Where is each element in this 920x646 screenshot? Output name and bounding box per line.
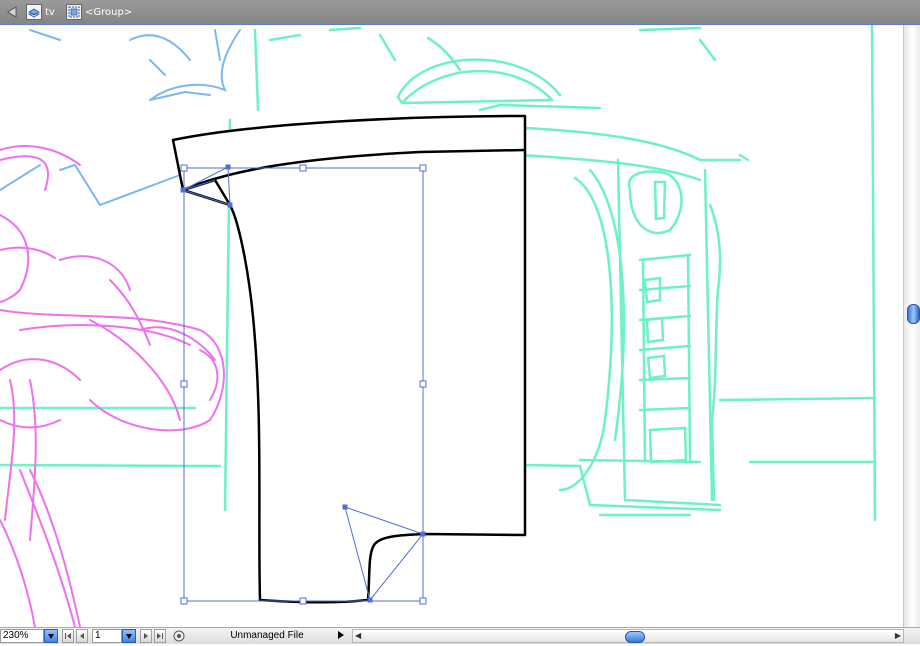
chevron-down-icon: [48, 634, 54, 639]
vertical-scroll-thumb[interactable]: [907, 304, 920, 324]
group-icon: [66, 4, 82, 20]
page-dropdown[interactable]: [122, 629, 136, 643]
vertical-scrollbar[interactable]: [903, 25, 920, 627]
back-arrow-icon: [7, 6, 17, 18]
group-name: <Group>: [85, 6, 133, 18]
status-menu-icon: [173, 630, 185, 642]
play-icon: [338, 631, 344, 639]
layer-name: tv: [45, 6, 55, 18]
breadcrumb-group[interactable]: <Group>: [66, 0, 132, 24]
status-text: Unmanaged File: [230, 630, 304, 641]
status-bar: 230% 1 Unmanaged File ◀ ▶: [0, 627, 920, 644]
first-page-button[interactable]: [62, 629, 74, 643]
next-page-icon: [144, 633, 148, 639]
zoom-dropdown[interactable]: [44, 629, 58, 643]
back-button[interactable]: [4, 0, 20, 24]
horizontal-scroll-thumb[interactable]: [625, 631, 645, 643]
page-field[interactable]: 1: [92, 629, 122, 643]
chevron-down-icon: [126, 634, 132, 639]
breadcrumb-layer[interactable]: tv: [26, 0, 55, 24]
breadcrumb-bar: tv <Group>: [0, 0, 920, 25]
scroll-left-icon[interactable]: ◀: [355, 631, 361, 640]
prev-page-icon: [80, 633, 84, 639]
layer-icon: [26, 4, 42, 20]
prev-page-button[interactable]: [76, 629, 88, 643]
first-page-icon: [65, 633, 71, 639]
next-page-button[interactable]: [140, 629, 152, 643]
last-page-icon: [157, 633, 163, 639]
status-menu-button[interactable]: [172, 629, 186, 643]
artwork: [0, 25, 877, 627]
last-page-button[interactable]: [154, 629, 166, 643]
scroll-right-icon[interactable]: ▶: [895, 631, 901, 640]
magenta-sketch: [0, 144, 225, 627]
horizontal-scrollbar[interactable]: ◀ ▶: [352, 629, 904, 643]
zoom-field[interactable]: 230%: [0, 629, 44, 643]
artboard-canvas[interactable]: [0, 25, 903, 627]
status-arrow-icon[interactable]: [336, 629, 348, 643]
